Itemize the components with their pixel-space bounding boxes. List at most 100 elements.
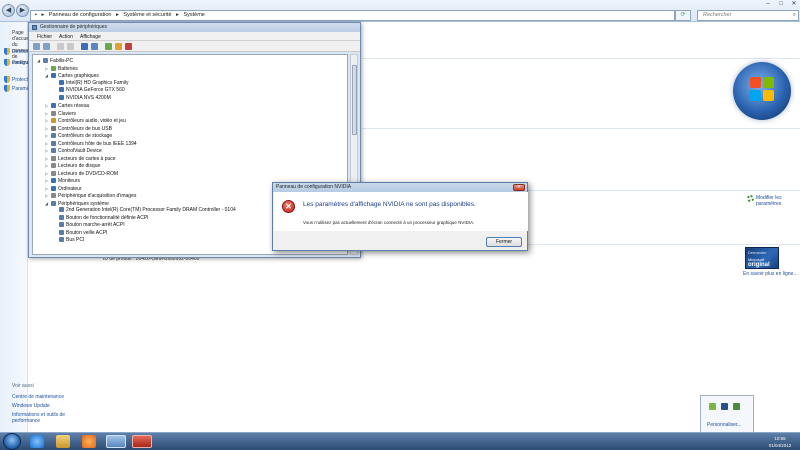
forward-icon[interactable] (43, 43, 50, 50)
tray-date[interactable]: 01/04/2012 (763, 443, 797, 448)
scan-hardware-icon[interactable] (105, 43, 112, 50)
dialog-detail: Vous n'utilisez pas actuellement d'écran… (303, 220, 475, 225)
tree-item[interactable]: ▷ Périphérique d'acquisition d'images (45, 192, 136, 199)
dialog-titlebar[interactable]: Panneau de configuration NVIDIA ✕ (273, 183, 527, 192)
file-explorer-icon[interactable] (56, 435, 70, 448)
maximize-button[interactable]: □ (775, 0, 787, 8)
tree-item[interactable]: Bouton veille ACPI (53, 229, 108, 237)
tree-item[interactable]: ▷ Contrôleurs de bus USB (45, 125, 112, 132)
tree-item[interactable]: Bouton de fonctionnalité définie ACPI (53, 214, 149, 222)
close-window-button[interactable]: ✕ (788, 0, 800, 8)
computer-icon: ▪ (35, 12, 37, 18)
help-icon[interactable] (81, 43, 88, 50)
tree-item[interactable]: NVIDIA GeForce GTX 560 (53, 87, 125, 94)
tree-item[interactable]: ▷ Contrôleurs de stockage (45, 132, 112, 139)
logo-pane-red (750, 77, 761, 88)
learn-more-online-link[interactable]: En savoir plus en ligne... (743, 271, 797, 277)
notification-area-popup: Personnaliser... (700, 395, 754, 433)
security-tray-icon[interactable] (733, 403, 740, 410)
tree-item[interactable]: ▷ Contrôleurs hôte de bus IEEE 1394 (45, 140, 137, 147)
device-manager-title: Gestionnaire de périphériques (40, 24, 107, 30)
tree-item[interactable]: ▷ Contrôleurs audio, vidéo et jeu (45, 117, 126, 124)
nvidia-panel-taskbar-icon[interactable] (132, 435, 152, 448)
media-player-icon[interactable] (82, 435, 96, 448)
dialog-title: Panneau de configuration NVIDIA (276, 184, 352, 190)
tree-item[interactable]: ◢ Fabilis-PC (37, 57, 73, 64)
device-icon (51, 170, 56, 176)
device-icon (51, 118, 56, 123)
logo-pane-yellow (763, 90, 774, 101)
device-icon (51, 178, 56, 183)
tree-item-label: Contrôleurs de stockage (58, 133, 113, 139)
control-panel-taskbar-icon[interactable] (106, 435, 126, 448)
device-icon (59, 222, 64, 227)
tree-item-label: Contrôleurs hôte de bus IEEE 1394 (58, 140, 137, 147)
device-icon (51, 193, 56, 198)
device-icon (51, 125, 56, 131)
toolbar (29, 41, 360, 52)
performance-info-link[interactable]: Informations et outils de performance (12, 412, 72, 424)
tree-item[interactable]: ▷ Batteries (45, 65, 78, 72)
action-center-link[interactable]: Centre de maintenance (12, 394, 72, 400)
tree-item[interactable]: Bus PCI (53, 237, 84, 244)
customize-link[interactable]: Personnaliser... (707, 422, 741, 428)
breadcrumb-panneau[interactable]: Panneau de configuration (49, 12, 112, 18)
breadcrumb-systeme[interactable]: Système (183, 12, 204, 18)
tree-item-label: Ordinateur (58, 185, 82, 192)
uninstall-icon[interactable] (125, 43, 132, 50)
start-button[interactable] (3, 433, 21, 450)
section-divider (362, 58, 800, 59)
scrollbar-thumb[interactable] (352, 65, 357, 135)
minimize-button[interactable]: – (762, 0, 774, 8)
tree-item[interactable]: ◢ Cartes graphiques (45, 72, 99, 79)
tree-item[interactable]: ▷ ControlVault Device (45, 147, 102, 154)
genuine-microsoft-badge[interactable]: Demander Microsoft original (745, 247, 779, 269)
forward-button[interactable]: ▶ (16, 4, 29, 17)
tree-item[interactable]: ▷ Moniteurs (45, 177, 80, 184)
refresh-button[interactable]: ⟳ (675, 10, 691, 21)
properties-icon[interactable] (67, 43, 74, 50)
close-icon: ✕ (516, 184, 522, 190)
nvidia-tray-icon[interactable] (709, 403, 716, 410)
view-icon[interactable] (91, 43, 98, 50)
internet-explorer-icon[interactable] (30, 435, 44, 448)
breadcrumb-securite[interactable]: Système et sécurité (123, 12, 171, 18)
fermer-button[interactable]: Fermer (486, 237, 522, 247)
tree-view-icon[interactable] (57, 43, 64, 50)
modify-settings-link[interactable]: Modifier les paramètres (756, 195, 800, 207)
tree-item[interactable]: ▷ Cartes réseau (45, 102, 89, 109)
network-tray-icon[interactable] (721, 403, 728, 410)
tree-item[interactable]: ▷ Lecteurs de cartes à puce (45, 155, 116, 162)
back-icon[interactable] (33, 43, 40, 50)
address-bar[interactable]: ▪ ▸ Panneau de configuration ▸ Système e… (30, 10, 675, 21)
tree-item[interactable]: ▷ Claviers (45, 110, 76, 117)
device-manager-icon (32, 25, 37, 30)
tree-item[interactable]: 2nd Generation Intel(R) Core(TM) Process… (53, 207, 236, 214)
tree-item[interactable]: ▷ Lecteurs de DVD/CD-ROM (45, 170, 118, 177)
search-input[interactable]: Rechercher ⌕ (697, 10, 799, 21)
tree-item[interactable]: ▷ Lecteurs de disque (45, 162, 100, 169)
tree-item-label: Batteries (58, 65, 78, 72)
device-manager-titlebar[interactable]: Gestionnaire de périphériques (29, 23, 360, 32)
search-icon: ⌕ (792, 12, 796, 18)
tree-item[interactable]: Bouton marche-arrêt ACPI (53, 222, 125, 229)
windows-update-link[interactable]: Windows Update (12, 403, 72, 409)
device-icon (59, 94, 64, 100)
tree-item[interactable]: ◢ Périphériques système (45, 200, 109, 207)
tree-item[interactable]: Intel(R) HD Graphics Family (53, 79, 129, 87)
nvidia-error-dialog[interactable]: Panneau de configuration NVIDIA ✕ ✕ Les … (272, 182, 528, 251)
tree-item[interactable]: ▷ Ordinateur (45, 185, 82, 192)
tray-time[interactable]: 10:55 (763, 436, 797, 441)
dialog-close-button[interactable]: ✕ (513, 184, 525, 191)
windows-logo (733, 62, 791, 120)
device-icon (51, 200, 56, 206)
shield-icon (4, 48, 10, 55)
tree-item[interactable]: NVIDIA NVS 4200M (53, 94, 111, 102)
tree-item-label: Claviers (58, 110, 77, 117)
back-button[interactable]: ◀ (2, 4, 15, 17)
menu-fichier[interactable]: Fichier (37, 34, 52, 40)
update-driver-icon[interactable] (115, 43, 122, 50)
tree-item-label: Bouton veille ACPI (66, 229, 108, 236)
menu-action[interactable]: Action (59, 34, 73, 40)
menu-affichage[interactable]: Affichage (80, 34, 101, 40)
